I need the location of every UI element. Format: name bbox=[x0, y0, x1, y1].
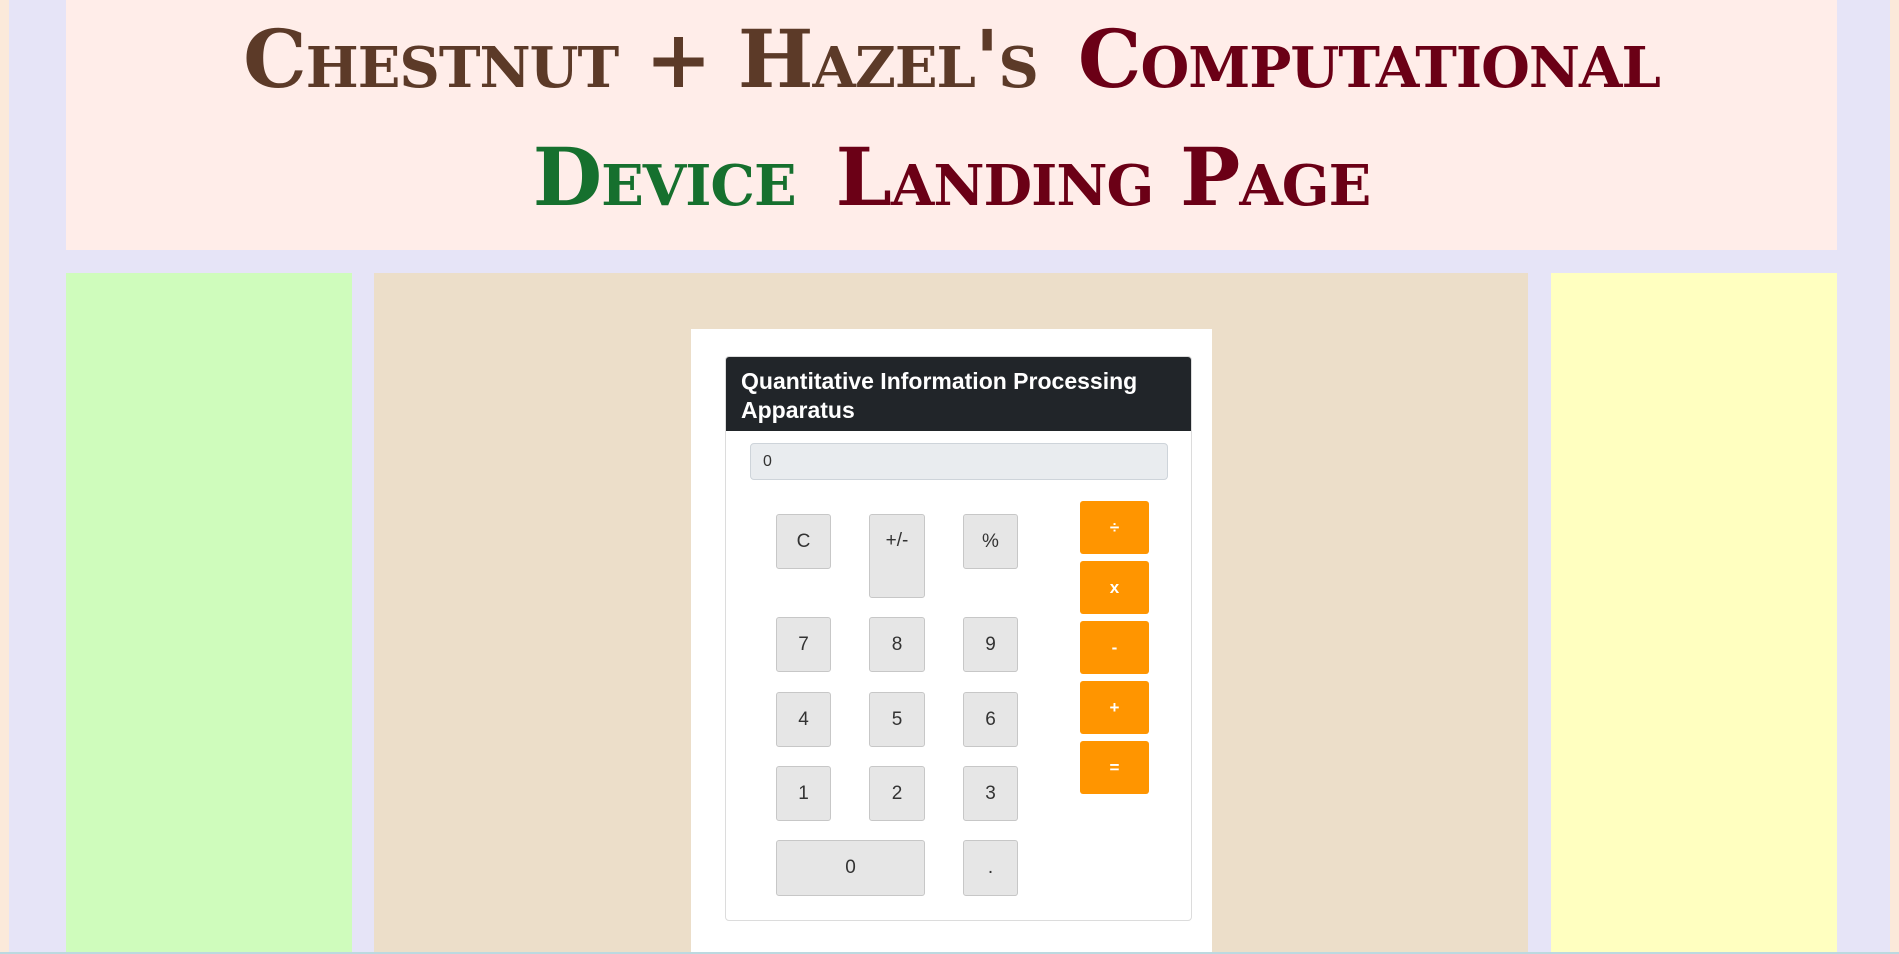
digit-0-button[interactable]: 0 bbox=[776, 840, 925, 896]
sign-toggle-button[interactable]: +/- bbox=[869, 514, 925, 598]
subtract-button[interactable]: - bbox=[1080, 621, 1149, 674]
title-part-device: Device bbox=[532, 130, 797, 224]
digit-9-button[interactable]: 9 bbox=[963, 617, 1018, 672]
calculator-card: Quantitative Information Processing Appa… bbox=[725, 356, 1192, 921]
add-button[interactable]: + bbox=[1080, 681, 1149, 734]
digit-6-button[interactable]: 6 bbox=[963, 692, 1018, 747]
page-title: Chestnut + Hazel's Computational Device La… bbox=[66, 0, 1837, 236]
title-part-landing-page: Landing Page bbox=[835, 130, 1372, 224]
digit-4-button[interactable]: 4 bbox=[776, 692, 831, 747]
right-column bbox=[1551, 273, 1837, 952]
digit-2-button[interactable]: 2 bbox=[869, 766, 925, 821]
title-part-chestnut-hazel: Chestnut + Hazel's bbox=[243, 12, 1039, 106]
decimal-button[interactable]: . bbox=[963, 840, 1018, 896]
page-header: Chestnut + Hazel's Computational Device La… bbox=[66, 0, 1837, 250]
divide-button[interactable]: ÷ bbox=[1080, 501, 1149, 554]
multiply-button[interactable]: x bbox=[1080, 561, 1149, 614]
percent-button[interactable]: % bbox=[963, 514, 1018, 569]
title-part-computational: Computational bbox=[1077, 12, 1661, 106]
calculator-display[interactable]: 0 bbox=[750, 443, 1168, 480]
digit-5-button[interactable]: 5 bbox=[869, 692, 925, 747]
equals-button[interactable]: = bbox=[1080, 741, 1149, 794]
digit-8-button[interactable]: 8 bbox=[869, 617, 925, 672]
calculator-title: Quantitative Information Processing Appa… bbox=[726, 357, 1191, 431]
digit-1-button[interactable]: 1 bbox=[776, 766, 831, 821]
digit-3-button[interactable]: 3 bbox=[963, 766, 1018, 821]
digit-7-button[interactable]: 7 bbox=[776, 617, 831, 672]
clear-button[interactable]: C bbox=[776, 514, 831, 569]
left-column bbox=[66, 273, 352, 952]
